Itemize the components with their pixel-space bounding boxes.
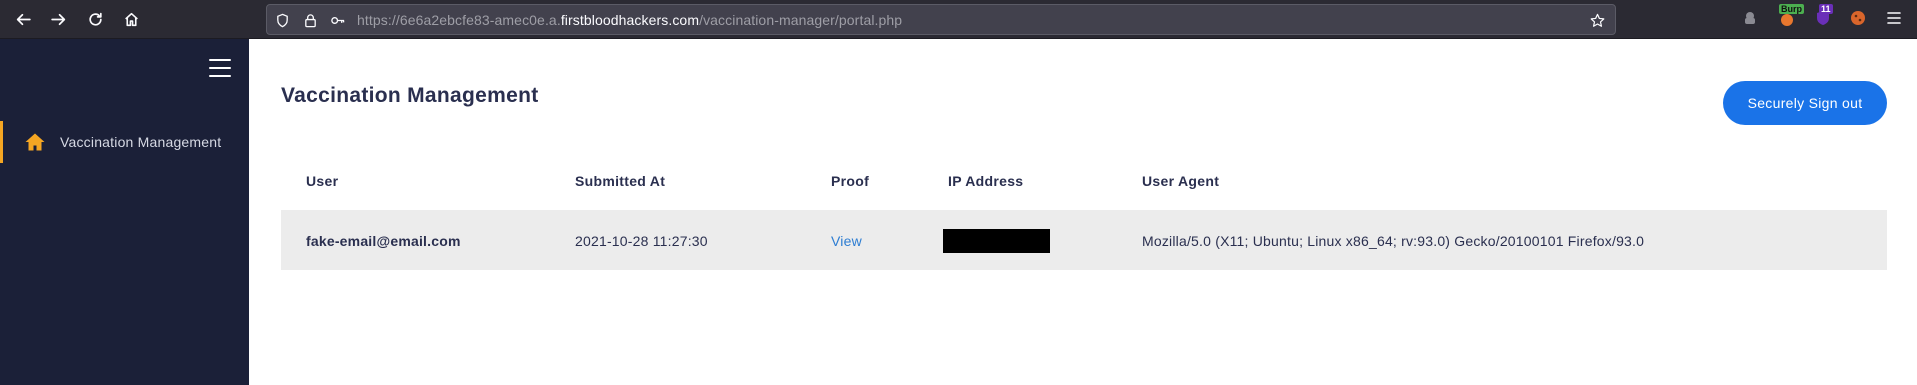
page-title: Vaccination Management [281,84,539,107]
shield-icon[interactable] [274,12,290,28]
reload-button[interactable] [84,8,106,30]
column-header-user: User [306,173,339,189]
url-bar[interactable]: https://6e6a2ebcfe83-amec0e.a.firstblood… [266,4,1616,35]
cell-submitted-at: 2021-10-28 11:27:30 [575,233,708,249]
column-header-submitted-at: Submitted At [575,173,666,189]
forward-arrow-icon [50,13,65,25]
burp-badge: Burp [1779,4,1804,14]
proof-view-link[interactable]: View [831,233,862,249]
home-icon [25,133,45,151]
sidebar: Vaccination Management [0,39,249,385]
sign-out-button[interactable]: Securely Sign out [1723,81,1887,125]
key-icon[interactable] [329,12,345,28]
back-button[interactable] [12,8,34,30]
sidebar-item-label: Vaccination Management [60,134,222,150]
cell-user-agent: Mozilla/5.0 (X11; Ubuntu; Linux x86_64; … [1142,233,1645,249]
browser-toolbar: https://6e6a2ebcfe83-amec0e.a.firstblood… [0,0,1917,39]
ublock-badge: 11 [1819,4,1833,14]
extension-ghost-icon[interactable] [1740,8,1760,28]
cookie-extension-icon[interactable] [1848,8,1868,28]
bookmark-star-icon[interactable] [1589,12,1605,28]
url-prefix: https://6e6a2ebcfe83-amec0e.a. [357,12,561,28]
cell-user: fake-email@email.com [306,233,461,249]
forward-button[interactable] [47,8,69,30]
home-button[interactable] [120,8,142,30]
burp-extension-icon[interactable]: Burp [1777,4,1804,28]
lock-icon[interactable] [302,12,318,28]
ublock-extension-icon[interactable]: 11 [1813,4,1833,28]
sidebar-toggle-hamburger-icon[interactable] [209,59,231,77]
back-arrow-icon [16,13,31,25]
url-path: /vaccination-manager/portal.php [699,12,903,28]
cell-ip-address-redacted [943,229,1050,253]
url-host: firstbloodhackers.com [560,12,700,28]
browser-home-icon [124,12,138,26]
sidebar-item-vaccination-management[interactable]: Vaccination Management [0,121,249,163]
column-header-ip-address: IP Address [948,173,1024,189]
menu-icon[interactable] [1884,8,1904,28]
column-header-proof: Proof [831,173,870,189]
reload-icon [88,12,102,26]
table-row [281,210,1887,270]
column-header-user-agent: User Agent [1142,173,1220,189]
url-text[interactable]: https://6e6a2ebcfe83-amec0e.a.firstblood… [357,12,902,28]
